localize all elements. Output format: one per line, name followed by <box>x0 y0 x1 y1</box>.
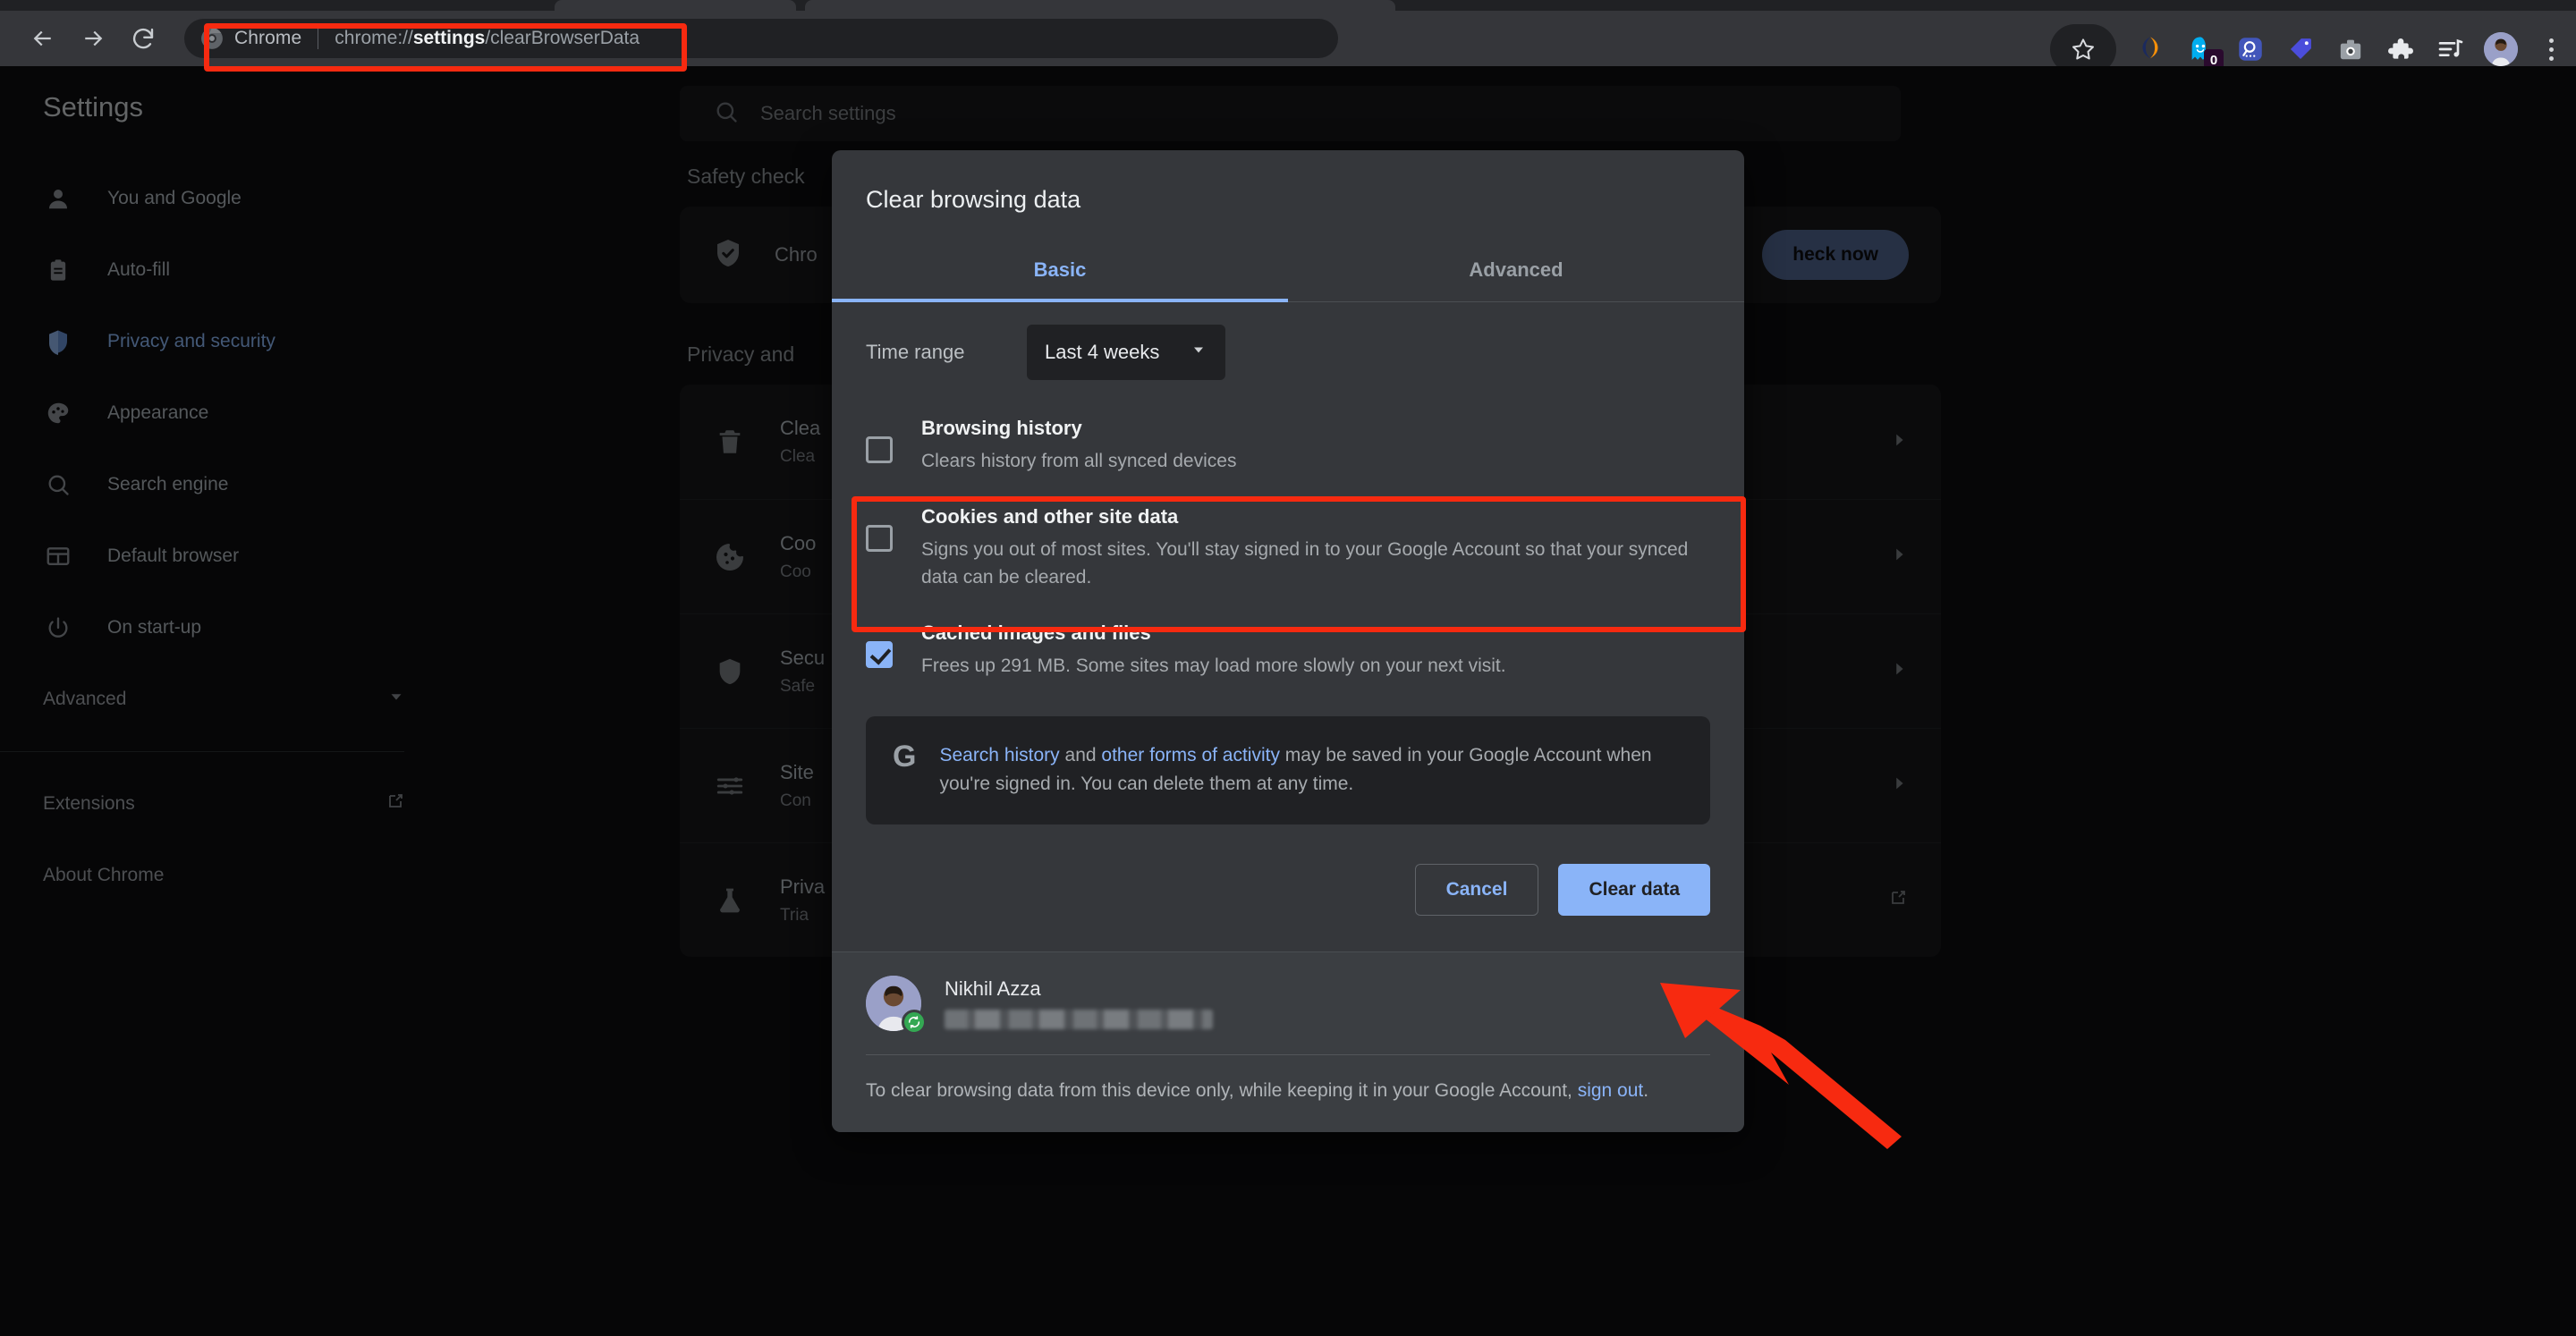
account-divider <box>866 1054 1710 1055</box>
dialog-actions: Cancel Clear data <box>832 824 1744 951</box>
dialog-tabs: Basic Advanced <box>832 242 1744 301</box>
search-history-link[interactable]: Search history <box>939 745 1059 765</box>
reload-icon[interactable] <box>118 13 168 63</box>
chevron-down-icon <box>1190 341 1208 364</box>
dialog-body: Time range Last 4 weeks Browsing history… <box>832 302 1744 824</box>
option-browsing-history[interactable]: Browsing history Clears history from all… <box>866 402 1710 491</box>
clear-data-button[interactable]: Clear data <box>1558 864 1710 916</box>
avatar <box>2484 32 2518 66</box>
back-arrow-icon[interactable] <box>18 13 68 63</box>
tabs-divider <box>832 301 1744 302</box>
clear-browsing-data-dialog: Clear browsing data Basic Advanced Time … <box>832 150 1744 1132</box>
account-footer: Nikhil Azza To clear browsing data from … <box>832 951 1744 1133</box>
google-account-info-card: G Search history and other forms of acti… <box>866 716 1710 824</box>
account-note: To clear browsing data from this device … <box>866 1077 1710 1106</box>
time-range-label: Time range <box>866 341 1027 364</box>
checkbox-browsing-history[interactable] <box>866 436 893 463</box>
tab-strip <box>0 0 2576 11</box>
option-cookies-and-site-data[interactable]: Cookies and other site data Signs you ou… <box>866 491 1710 607</box>
browser-window: Chrome chrome://settings/clearBrowserDat… <box>0 0 2576 1336</box>
avatar <box>866 976 921 1031</box>
browser-tab[interactable] <box>555 0 796 11</box>
account-name: Nikhil Azza <box>945 977 1213 1001</box>
other-forms-of-activity-link[interactable]: other forms of activity <box>1101 745 1280 765</box>
address-bar[interactable]: Chrome chrome://settings/clearBrowserDat… <box>184 19 1338 58</box>
chrome-logo-icon <box>200 27 224 50</box>
cancel-button[interactable]: Cancel <box>1415 864 1539 916</box>
google-card-text: Search history and other forms of activi… <box>939 741 1683 799</box>
account-row: Nikhil Azza <box>866 976 1710 1031</box>
tab-advanced[interactable]: Advanced <box>1288 242 1744 301</box>
dialog-title: Clear browsing data <box>832 150 1744 214</box>
forward-arrow-icon[interactable] <box>68 13 118 63</box>
checkbox-cached-images-and-files[interactable] <box>866 641 893 668</box>
sign-out-link[interactable]: sign out <box>1578 1080 1644 1101</box>
sync-icon <box>902 1010 927 1035</box>
account-details: Nikhil Azza <box>945 977 1213 1029</box>
time-range-row: Time range Last 4 weeks <box>866 302 1710 402</box>
browser-toolbar: Chrome chrome://settings/clearBrowserDat… <box>0 11 2576 66</box>
omnibox-chrome-label: Chrome <box>234 28 301 49</box>
omnibox-url: chrome://settings/clearBrowserData <box>335 28 640 49</box>
option-cached-images-and-files[interactable]: Cached images and files Frees up 291 MB.… <box>866 607 1710 696</box>
option-text: Cookies and other site data Signs you ou… <box>921 505 1690 591</box>
time-range-select[interactable]: Last 4 weeks <box>1027 325 1225 380</box>
time-range-value: Last 4 weeks <box>1045 341 1159 364</box>
option-text: Browsing history Clears history from all… <box>921 417 1236 475</box>
browser-tab[interactable] <box>805 0 1395 11</box>
option-text: Cached images and files Frees up 291 MB.… <box>921 621 1506 680</box>
active-tab-underline <box>832 299 1288 302</box>
checkbox-cookies-and-site-data[interactable] <box>866 525 893 552</box>
tab-basic[interactable]: Basic <box>832 242 1288 301</box>
account-email-redacted <box>945 1010 1213 1029</box>
google-g-icon: G <box>893 741 916 772</box>
